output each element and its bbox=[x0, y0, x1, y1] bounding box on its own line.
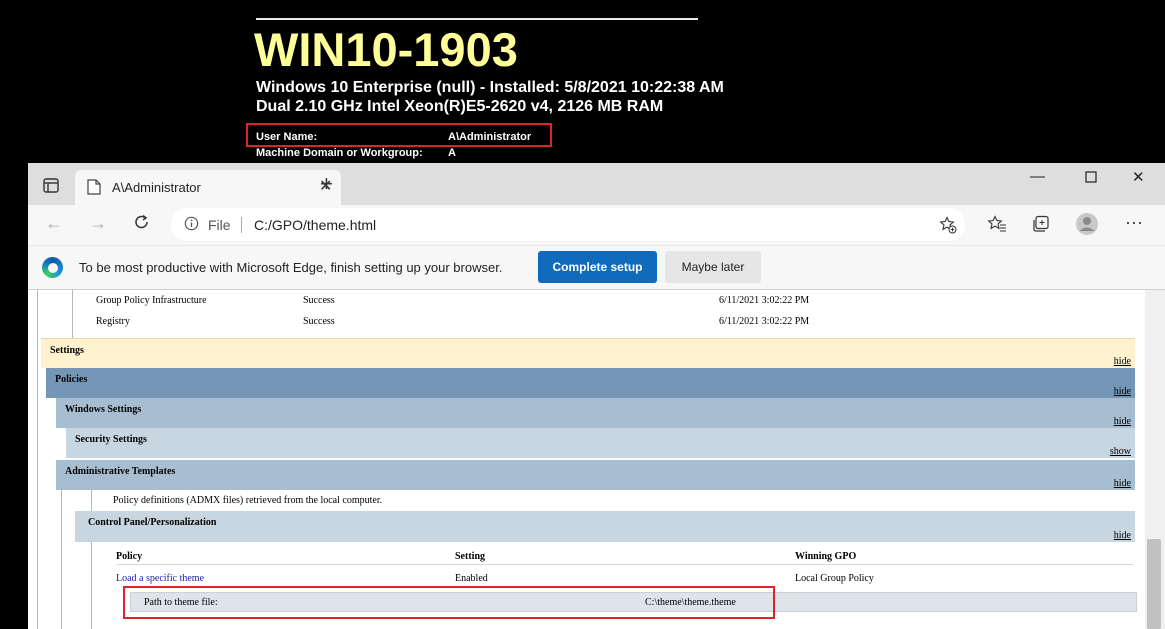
scrollbar-thumb[interactable] bbox=[1147, 539, 1161, 629]
control-panel-section-header: Control Panel/Personalization hide bbox=[75, 511, 1135, 542]
policies-section-header: Policies hide bbox=[46, 368, 1135, 398]
tree-line bbox=[37, 290, 38, 629]
edge-logo-icon bbox=[42, 257, 63, 278]
section-title: Administrative Templates bbox=[65, 466, 176, 477]
windows-settings-hide-link[interactable]: hide bbox=[1114, 416, 1131, 427]
new-tab-icon[interactable]: + bbox=[320, 173, 333, 195]
add-favorite-icon[interactable] bbox=[939, 216, 957, 239]
more-icon[interactable]: ··· bbox=[1125, 212, 1143, 233]
section-title: Policies bbox=[55, 374, 88, 385]
tree-line bbox=[91, 542, 92, 629]
settings-section-header: Settings hide bbox=[41, 338, 1135, 368]
highlight-box-theme-path bbox=[123, 586, 775, 619]
bginfo-divider bbox=[256, 18, 698, 20]
infobar-text: To be most productive with Microsoft Edg… bbox=[79, 260, 503, 275]
navigation-toolbar: ← → File C:/GPO/theme.html ··· bbox=[28, 205, 1165, 245]
tree-line bbox=[61, 490, 62, 629]
security-settings-section-header: Security Settings show bbox=[66, 428, 1135, 458]
tab-title: A\Administrator bbox=[112, 180, 201, 195]
component-time: 6/11/2021 3:02:22 PM bbox=[719, 316, 810, 327]
address-separator bbox=[241, 217, 242, 233]
profile-icon[interactable] bbox=[1075, 212, 1099, 241]
policies-hide-link[interactable]: hide bbox=[1114, 386, 1131, 397]
control-panel-hide-link[interactable]: hide bbox=[1114, 530, 1131, 541]
page-content: Group Policy Infrastructure Success 6/11… bbox=[28, 290, 1165, 629]
table-header-setting: Setting bbox=[455, 551, 485, 562]
bginfo-hostname: WIN10-1903 bbox=[254, 23, 518, 76]
window-close-icon[interactable]: ✕ bbox=[1132, 168, 1145, 186]
forward-icon[interactable]: → bbox=[89, 213, 107, 234]
complete-setup-button[interactable]: Complete setup bbox=[538, 251, 657, 283]
info-icon[interactable] bbox=[184, 216, 199, 234]
admin-templates-section-header: Administrative Templates hide bbox=[56, 460, 1135, 490]
bginfo-domain-label: Machine Domain or Workgroup: bbox=[256, 147, 423, 159]
address-url[interactable]: C:/GPO/theme.html bbox=[254, 217, 376, 233]
title-bar: A\Administrator ✕ + — ✕ bbox=[28, 163, 1165, 205]
component-status: Success bbox=[303, 295, 335, 306]
admin-templates-hide-link[interactable]: hide bbox=[1114, 478, 1131, 489]
policy-setting: Enabled bbox=[455, 573, 488, 584]
minimize-icon[interactable]: — bbox=[1030, 168, 1045, 185]
edge-window: A\Administrator ✕ + — ✕ ← → File C:/GPO/… bbox=[28, 163, 1165, 629]
tree-line bbox=[91, 490, 92, 511]
address-scheme: File bbox=[208, 217, 231, 233]
tree-line bbox=[72, 290, 73, 338]
collections-icon[interactable] bbox=[1032, 215, 1050, 238]
policy-winning-gpo: Local Group Policy bbox=[795, 573, 874, 584]
favorites-icon[interactable] bbox=[987, 215, 1007, 238]
policy-link[interactable]: Load a specific theme bbox=[116, 573, 204, 584]
section-title: Windows Settings bbox=[65, 404, 142, 415]
component-status: Success bbox=[303, 316, 335, 327]
section-title: Security Settings bbox=[75, 434, 147, 445]
component-name: Registry bbox=[96, 316, 130, 327]
maybe-later-button[interactable]: Maybe later bbox=[665, 251, 761, 283]
table-header-divider bbox=[116, 564, 1133, 565]
highlight-box-username bbox=[246, 123, 552, 147]
back-icon[interactable]: ← bbox=[45, 213, 63, 234]
bginfo-os-line: Windows 10 Enterprise (null) - Installed… bbox=[256, 79, 724, 96]
page-favicon-icon bbox=[87, 179, 101, 195]
admx-note: Policy definitions (ADMX files) retrieve… bbox=[113, 495, 383, 506]
settings-hide-link[interactable]: hide bbox=[1114, 356, 1131, 367]
bginfo-domain-value: A bbox=[448, 147, 456, 159]
section-title: Settings bbox=[50, 345, 84, 356]
table-header-policy: Policy bbox=[116, 551, 143, 562]
section-title: Control Panel/Personalization bbox=[88, 517, 217, 528]
windows-settings-section-header: Windows Settings hide bbox=[56, 398, 1135, 428]
browser-tab[interactable]: A\Administrator ✕ bbox=[75, 170, 341, 205]
address-bar[interactable]: File C:/GPO/theme.html bbox=[171, 208, 965, 241]
refresh-icon[interactable] bbox=[133, 213, 151, 236]
setup-infobar: To be most productive with Microsoft Edg… bbox=[28, 245, 1165, 290]
table-header-winning-gpo: Winning GPO bbox=[795, 551, 857, 562]
security-settings-show-link[interactable]: show bbox=[1110, 446, 1131, 457]
component-name: Group Policy Infrastructure bbox=[96, 295, 207, 306]
maximize-icon[interactable] bbox=[1085, 168, 1097, 187]
tab-actions-icon[interactable] bbox=[36, 175, 66, 197]
component-time: 6/11/2021 3:02:22 PM bbox=[719, 295, 810, 306]
bginfo-cpu-line: Dual 2.10 GHz Intel Xeon(R)E5-2620 v4, 2… bbox=[256, 98, 664, 115]
